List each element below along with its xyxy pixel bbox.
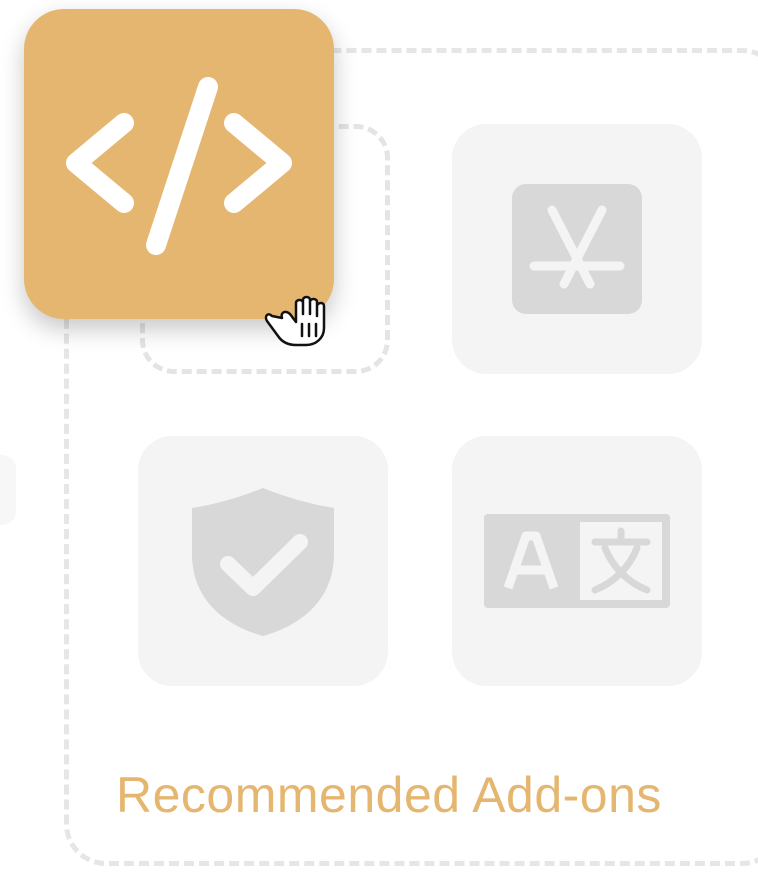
dragged-addon-tile-code[interactable] — [24, 9, 334, 319]
translate-icon — [484, 514, 670, 608]
code-icon — [66, 77, 292, 255]
addon-tile-translate[interactable] — [452, 436, 702, 686]
addon-tile-app-store[interactable] — [452, 124, 702, 374]
shield-check-icon — [192, 488, 334, 636]
addon-tile-security[interactable] — [138, 436, 388, 686]
app-store-icon — [512, 184, 642, 314]
offscreen-item-edge — [0, 455, 16, 525]
panel-title: Recommended Add-ons — [116, 767, 662, 823]
addons-drag-stage: Recommended Add-ons — [0, 0, 758, 873]
grab-hand-icon — [264, 295, 326, 347]
